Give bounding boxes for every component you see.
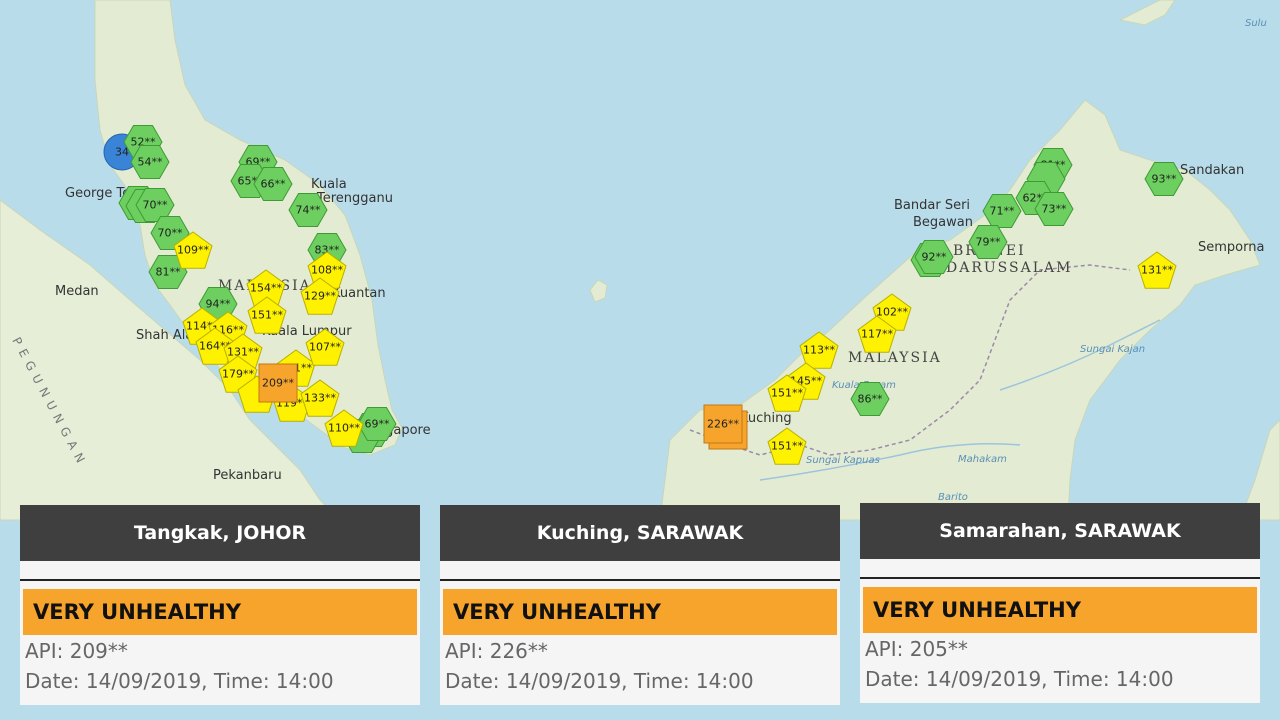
popup-category-badge: VERY UNHEALTHY [443,589,837,635]
place-label: Medan [55,284,99,299]
popup-divider [860,577,1260,579]
place-label: Sungai Kajan [1080,344,1145,355]
marker-value: 226** [707,418,739,431]
marker-value: 86** [858,393,883,406]
marker-value: 151** [771,440,803,453]
place-label: Kuching [740,411,792,426]
marker-value: 69** [365,418,390,431]
marker-value: 133** [304,392,336,405]
station-popup-kuching: Kuching, SARAWAK VERY UNHEALTHY API: 226… [440,505,840,705]
place-label: Semporna [1198,240,1264,255]
marker-value: 66** [261,178,286,191]
popup-category-badge: VERY UNHEALTHY [23,589,417,635]
popup-date-time: Date: 14/09/2019, Time: 14:00 [445,669,754,693]
marker-value: 81** [156,266,181,279]
marker-value: 151** [251,309,283,322]
marker-value: 129** [304,290,336,303]
place-label: Sulu [1245,18,1267,29]
place-label: Barito [938,492,968,503]
marker-value: 92** [922,251,947,264]
place-label: Kuantan [332,286,386,301]
marker-value: 73** [1042,203,1067,216]
marker-value: 131** [227,346,259,359]
marker-value: 154** [250,282,282,295]
marker-value: 109** [177,244,209,257]
place-label: Sungai Kapuas [806,455,880,466]
marker-value: 54** [138,156,163,169]
popup-category-badge: VERY UNHEALTHY [863,587,1257,633]
marker-value: 179** [222,368,254,381]
marker-value: 108** [311,264,343,277]
place-label: Kuala [311,177,347,192]
popup-location: Kuching, SARAWAK [440,505,840,561]
place-label: Begawan [913,215,973,230]
popup-body: VERY UNHEALTHY API: 205** Date: 14/09/20… [860,559,1260,703]
marker-value: 113** [803,344,835,357]
station-marker[interactable]: 209** [258,363,298,403]
place-label: MALAYSIA [848,350,942,366]
marker-value: 79** [976,236,1001,249]
marker-value: 71** [990,205,1015,218]
station-marker[interactable]: 226** [703,404,743,444]
place-label: Pekanbaru [213,468,282,483]
marker-value: 74** [296,204,321,217]
popup-divider [20,579,420,581]
place-label: Sandakan [1180,163,1244,178]
popup-divider [440,579,840,581]
marker-value: 151** [771,387,803,400]
popup-date-time: Date: 14/09/2019, Time: 14:00 [865,667,1174,691]
popup-api-value: API: 205** [865,637,968,661]
popup-body: VERY UNHEALTHY API: 209** Date: 14/09/20… [20,561,420,705]
marker-value: 102** [876,306,908,319]
place-label: Bandar Seri [894,198,970,213]
place-label: Mahakam [958,454,1007,465]
popup-location: Tangkak, JOHOR [20,505,420,561]
marker-value: 107** [309,341,341,354]
marker-value: 117** [861,328,893,341]
popup-api-value: API: 226** [445,639,548,663]
place-label: Terengganu [316,191,393,206]
marker-value: 70** [143,199,168,212]
marker-value: 110** [328,422,360,435]
popup-body: VERY UNHEALTHY API: 226** Date: 14/09/20… [440,561,840,705]
place-label: DARUSSALAM [946,260,1072,276]
marker-value: 93** [1152,173,1177,186]
marker-value: 131** [1141,264,1173,277]
station-popup-tangkak: Tangkak, JOHOR VERY UNHEALTHY API: 209**… [20,505,420,705]
marker-value: 94** [206,298,231,311]
marker-value: 70** [158,227,183,240]
popup-api-value: API: 209** [25,639,128,663]
station-popup-samarahan: Samarahan, SARAWAK VERY UNHEALTHY API: 2… [860,503,1260,703]
popup-date-time: Date: 14/09/2019, Time: 14:00 [25,669,334,693]
popup-location: Samarahan, SARAWAK [860,503,1260,559]
marker-value: 209** [262,377,294,390]
